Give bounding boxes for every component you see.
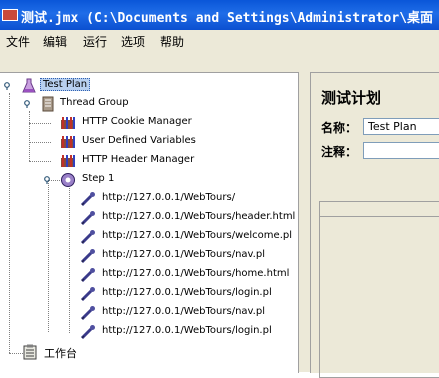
pipette-icon (80, 325, 95, 340)
tree-label: Step 1 (82, 173, 115, 184)
tree-line (29, 111, 30, 161)
tree-label: Thread Group (60, 97, 129, 108)
name-label: 名称： (321, 121, 358, 135)
properties-panel: 测试计划 名称： Test Plan 注释： (310, 72, 439, 378)
expand-handle-icon[interactable] (4, 82, 12, 90)
tree-label: http://127.0.0.1/WebTours/nav.pl (102, 306, 265, 317)
tree-label: http://127.0.0.1/WebTours/login.pl (102, 287, 272, 298)
config-element-icon (61, 117, 75, 129)
tree-node-workbench[interactable]: 工作台 (22, 344, 102, 360)
menu-options[interactable]: 选项 (121, 33, 145, 50)
comment-field[interactable] (363, 142, 439, 159)
pipette-icon (80, 230, 95, 245)
comment-label: 注释： (321, 145, 358, 159)
pipette-icon (80, 287, 95, 302)
controller-icon (61, 173, 75, 187)
tree-label: User Defined Variables (82, 135, 196, 146)
toolbar-area (0, 52, 439, 72)
name-field[interactable]: Test Plan (363, 118, 439, 135)
pipette-icon (80, 306, 95, 321)
variables-panel (319, 201, 439, 378)
panel-title: 测试计划 (321, 89, 382, 107)
menu-edit[interactable]: 编辑 (43, 33, 67, 50)
thread-group-icon (42, 96, 54, 112)
tree-node-sampler[interactable]: http://127.0.0.1/WebTours/ (80, 191, 280, 207)
pipette-icon (80, 211, 95, 226)
pipette-icon (80, 268, 95, 283)
tree-node-sampler[interactable]: http://127.0.0.1/WebTours/nav.pl (80, 305, 280, 321)
tree-label: HTTP Cookie Manager (82, 116, 192, 127)
tree-label: HTTP Header Manager (82, 154, 195, 165)
tree-node-test-plan[interactable]: Test Plan (4, 78, 124, 94)
tree-line (69, 188, 70, 333)
clipboard-icon (23, 344, 37, 360)
tree-line (29, 142, 51, 143)
tree-node-step-1[interactable]: Step 1 (44, 172, 144, 188)
menu-file[interactable]: 文件 (6, 33, 30, 50)
tree-node-sampler[interactable]: http://127.0.0.1/WebTours/home.html (80, 267, 290, 283)
pipette-icon (80, 192, 95, 207)
tree-node-sampler[interactable]: http://127.0.0.1/WebTours/login.pl (80, 286, 280, 302)
config-element-icon (61, 155, 75, 167)
tree-line (29, 123, 51, 124)
tree-label: Test Plan (40, 78, 91, 91)
config-element-icon (61, 136, 75, 148)
app-icon (2, 9, 18, 21)
tree-line (9, 353, 23, 354)
tree-node-sampler[interactable]: http://127.0.0.1/WebTours/header.html (80, 210, 300, 226)
menu-bar: 文件 编辑 运行 选项 帮助 (0, 30, 439, 53)
tree-node-user-variables[interactable]: User Defined Variables (60, 134, 210, 150)
tree-line (29, 161, 51, 162)
expand-handle-icon[interactable] (44, 176, 52, 184)
tree-label: http://127.0.0.1/WebTours/login.pl (102, 325, 272, 336)
tree-node-sampler[interactable]: http://127.0.0.1/WebTours/login.pl (80, 324, 280, 340)
menu-run[interactable]: 运行 (83, 33, 107, 50)
tree-label: http://127.0.0.1/WebTours/home.html (102, 268, 290, 279)
pane-splitter[interactable] (299, 72, 310, 372)
tree-label: http://127.0.0.1/WebTours/nav.pl (102, 249, 265, 260)
expand-handle-icon[interactable] (24, 100, 32, 108)
flask-icon (22, 78, 36, 93)
tree-line (48, 180, 49, 332)
menu-help[interactable]: 帮助 (160, 33, 184, 50)
divider (320, 216, 439, 217)
title-bar: 测试.jmx (C:\Documents and Settings\Admini… (0, 0, 439, 30)
tree-node-sampler[interactable]: http://127.0.0.1/WebTours/nav.pl (80, 248, 280, 264)
pipette-icon (80, 249, 95, 264)
tree-label: http://127.0.0.1/WebTours/welcome.pl (102, 230, 292, 241)
tree-line (9, 93, 10, 353)
tree-node-header-manager[interactable]: HTTP Header Manager (60, 153, 210, 169)
tree-node-sampler[interactable]: http://127.0.0.1/WebTours/welcome.pl (80, 229, 300, 245)
tree-label: 工作台 (44, 347, 77, 360)
tree-node-cookie-manager[interactable]: HTTP Cookie Manager (60, 115, 200, 131)
tree-label: http://127.0.0.1/WebTours/header.html (102, 211, 296, 222)
tree-node-thread-group[interactable]: Thread Group (24, 96, 174, 112)
test-tree[interactable]: Test Plan Thread Group HTTP Cookie Manag… (0, 72, 299, 373)
tree-label: http://127.0.0.1/WebTours/ (102, 192, 236, 203)
window-title: 测试.jmx (C:\Documents and Settings\Admini… (21, 11, 434, 26)
